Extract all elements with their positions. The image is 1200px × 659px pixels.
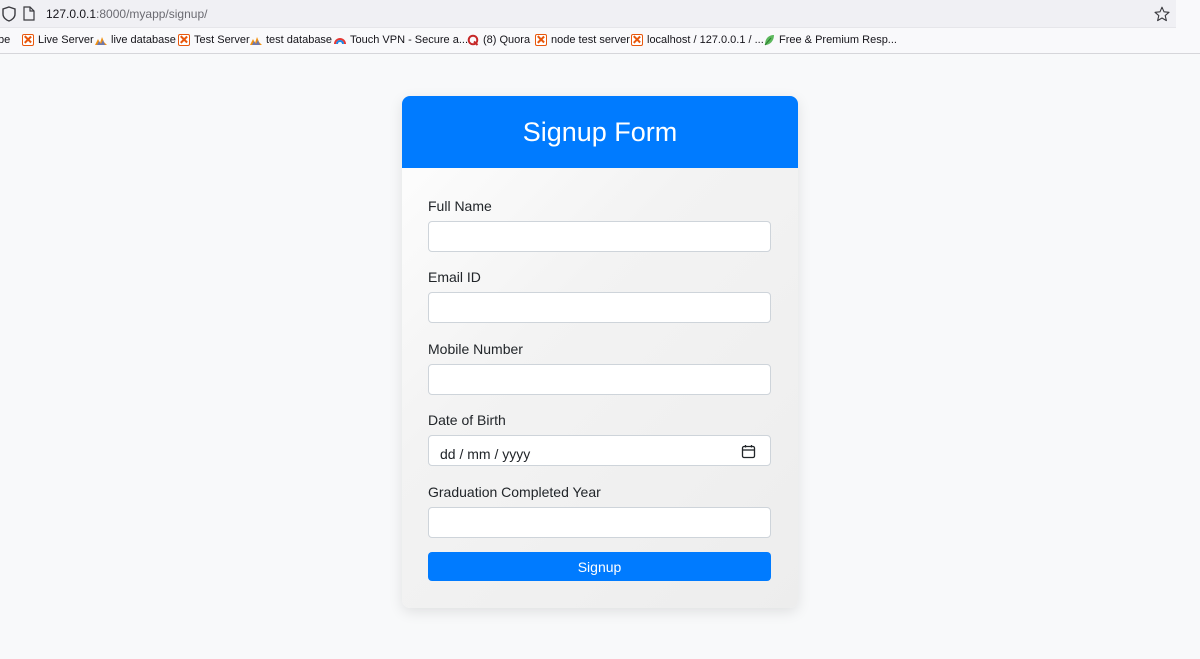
dob-placeholder: dd / mm / yyyy	[440, 446, 531, 462]
bookmark-localhost[interactable]: localhost / 127.0.0.1 / ...	[631, 34, 764, 46]
bookmark-free-premium[interactable]: Free & Premium Resp...	[763, 34, 897, 46]
shield-icon[interactable]	[2, 6, 16, 22]
mobile-label: Mobile Number	[428, 341, 523, 357]
xampp-icon	[535, 34, 547, 46]
url-host: 127.0.0.1	[46, 7, 97, 21]
bookmark-label: test database	[266, 34, 333, 46]
bookmark-live-server[interactable]: Live Server	[22, 34, 94, 46]
graduation-year-label: Graduation Completed Year	[428, 484, 601, 500]
bookmark-test-server[interactable]: Test Server	[178, 34, 250, 46]
bookmark-star-icon[interactable]	[1154, 6, 1170, 22]
signup-card: Signup Form Full Name Email ID Mobile Nu…	[402, 96, 798, 608]
bookmark-label: Touch VPN - Secure a...	[350, 34, 468, 46]
calendar-icon[interactable]	[741, 444, 756, 459]
bookmark-label: Free & Premium Resp...	[779, 34, 897, 46]
bookmark-label: (8) Quora	[483, 34, 531, 46]
bookmark-label: Test Server	[194, 34, 250, 46]
card-header: Signup Form	[402, 96, 798, 168]
xampp-icon	[22, 34, 34, 46]
email-label: Email ID	[428, 269, 481, 285]
bookmarks-bar: be Live Server live database Test Server…	[0, 28, 1200, 54]
window-edge	[1176, 0, 1200, 28]
phpmyadmin-icon	[250, 37, 262, 45]
bookmark-touch-vpn[interactable]: Touch VPN - Secure a...	[334, 34, 468, 46]
full-name-input[interactable]	[428, 221, 771, 252]
phpmyadmin-icon	[95, 37, 107, 45]
vpn-rainbow-icon	[334, 38, 346, 45]
bookmark-label: live database	[111, 34, 176, 46]
form-title: Signup Form	[522, 117, 678, 147]
xampp-icon	[178, 34, 190, 46]
bookmark-item[interactable]: be	[0, 34, 10, 46]
email-input[interactable]	[428, 292, 771, 323]
page-icon	[23, 6, 35, 21]
full-name-label: Full Name	[428, 198, 492, 214]
bookmark-node-test-server[interactable]: node test server	[535, 34, 630, 46]
url-path: :8000/myapp/signup/	[96, 7, 208, 21]
browser-url-bar[interactable]: 127.0.0.1:8000/myapp/signup/	[0, 0, 1176, 28]
signup-button[interactable]: Signup	[428, 552, 771, 581]
xampp-icon	[631, 34, 643, 46]
dob-label: Date of Birth	[428, 412, 506, 428]
bookmark-label: Live Server	[38, 34, 94, 46]
url-text[interactable]: 127.0.0.1:8000/myapp/signup/	[46, 7, 207, 21]
bookmark-test-database[interactable]: test database	[250, 34, 332, 46]
graduation-year-input[interactable]	[428, 507, 771, 538]
bookmark-label: be	[0, 34, 11, 46]
leaf-icon	[764, 35, 774, 46]
bookmark-live-database[interactable]: live database	[95, 34, 176, 46]
mobile-input[interactable]	[428, 364, 771, 395]
bookmark-label: node test server	[551, 34, 630, 46]
bookmark-quora[interactable]: (8) Quora	[467, 34, 530, 46]
quora-icon	[467, 34, 479, 46]
bookmark-label: localhost / 127.0.0.1 / ...	[647, 34, 764, 46]
